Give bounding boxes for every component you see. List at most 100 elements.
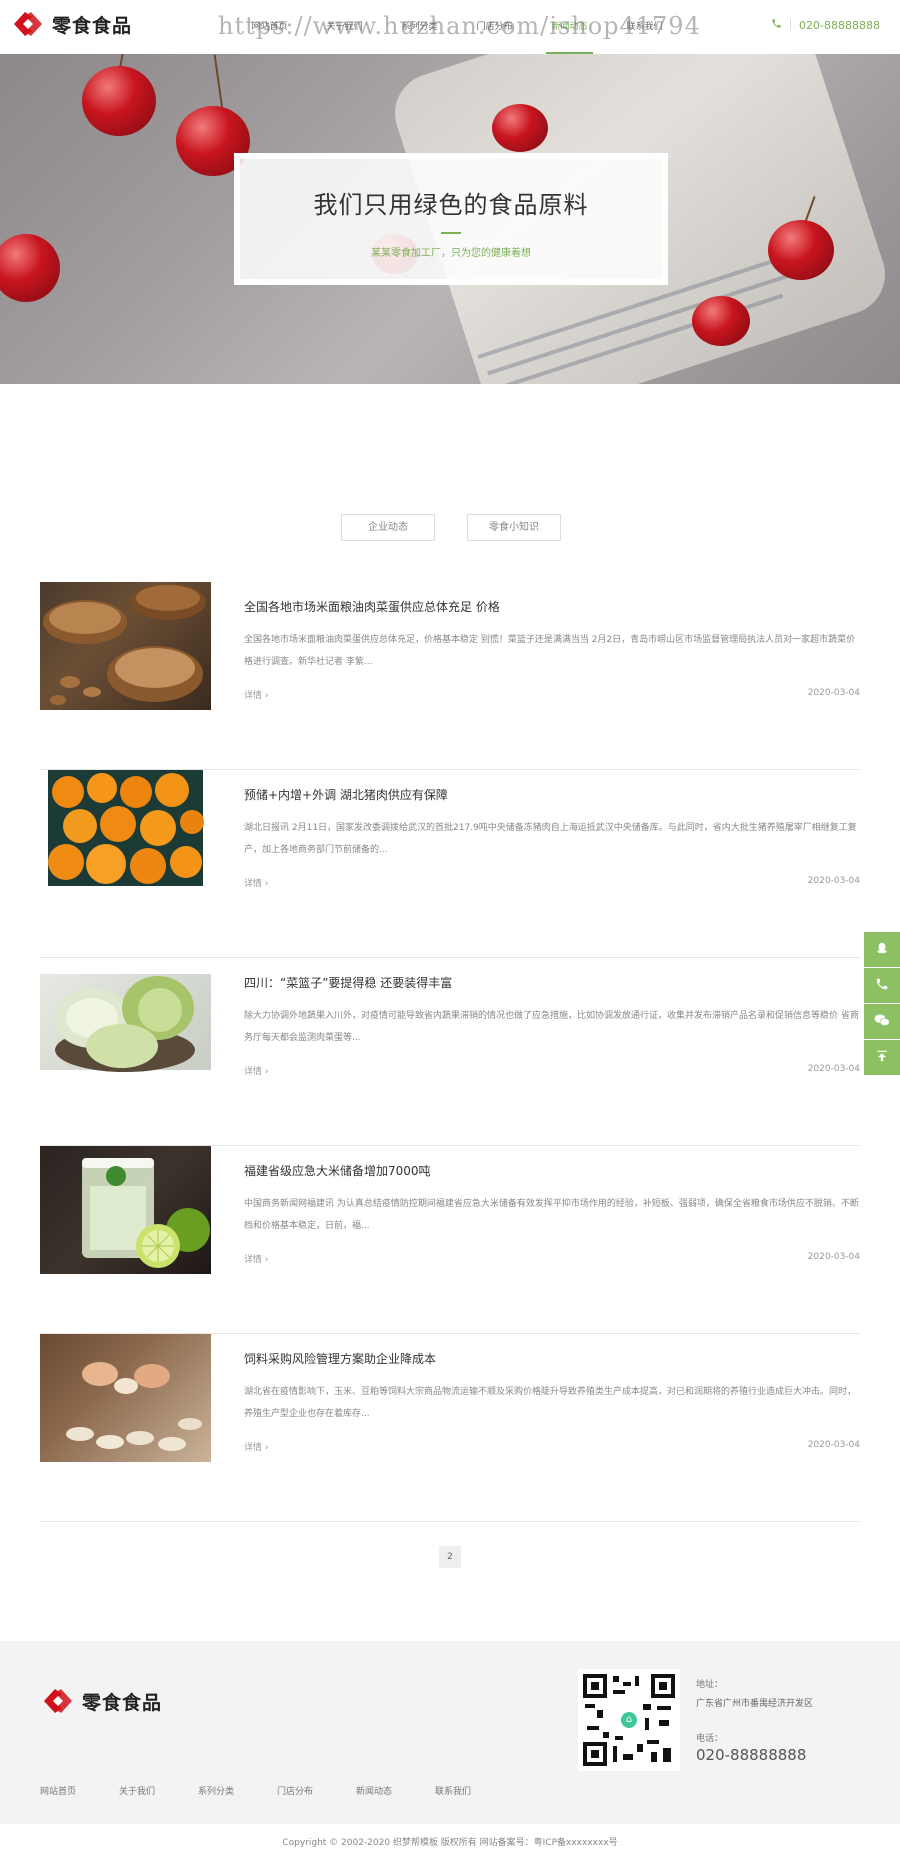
news-title[interactable]: 福建省级应急大米储备增加7000吨: [244, 1162, 431, 1179]
phone-icon: [771, 18, 782, 32]
footer-logo-text: 零食食品: [82, 1691, 163, 1714]
nav-item-stores[interactable]: 门店分布: [457, 0, 532, 54]
tab-company-news[interactable]: 企业动态: [341, 514, 435, 541]
home-icon: ⌂: [619, 1710, 639, 1730]
nav-item-categories[interactable]: 系列分类: [382, 0, 457, 54]
qr-finder: [583, 1742, 607, 1766]
cherry-image: [692, 296, 750, 346]
address-value: 广东省广州市番禺经济开发区: [696, 1699, 814, 1709]
chevron-right-icon: ›: [264, 1255, 269, 1265]
banner-subtitle: 某某零食加工厂，只为您的健康着想: [371, 248, 531, 259]
tab-snack-knowledge[interactable]: 零食小知识: [467, 514, 561, 541]
news-thumbnail[interactable]: [40, 770, 211, 898]
news-more-link[interactable]: 详情 ›: [244, 688, 269, 701]
qr-finder: [583, 1674, 607, 1698]
news-thumbnail[interactable]: [40, 1146, 211, 1274]
dumplings-image: [66, 1362, 202, 1451]
logo-mark-icon: [14, 12, 42, 36]
nav-item-home[interactable]: 网站首页: [232, 0, 307, 54]
wechat-icon: [874, 1013, 890, 1031]
news-summary: 全国各地市场米面粮油肉菜蛋供应总体充足，价格基本稳定 别慌！菜篮子还是满满当当 …: [244, 635, 856, 667]
footer-link-stores[interactable]: 门店分布: [277, 1784, 356, 1797]
main-nav: 网站首页 关于我们 系列分类 门店分布 新闻动态 联系我们: [232, 0, 682, 54]
news-more-link[interactable]: 详情 ›: [244, 1064, 269, 1077]
news-more-label: 详情: [244, 1255, 263, 1265]
cabbage-image: [40, 958, 211, 1086]
news-date: 2020-03-04: [807, 876, 860, 886]
news-more-link[interactable]: 详情 ›: [244, 1252, 269, 1265]
news-summary: 除大力协调外地蔬果入川外，对疫情可能导致省内蔬果滞销的情况也做了应急措施，比如协…: [244, 1011, 859, 1043]
pagination-current-page[interactable]: 2: [439, 1546, 461, 1568]
news-title[interactable]: 饲料采购风险管理方案助企业降成本: [244, 1350, 436, 1367]
chevron-right-icon: ›: [264, 1067, 269, 1077]
footer-phone: 020-88888888: [696, 1746, 807, 1764]
news-date: 2020-03-04: [807, 1064, 860, 1074]
header-phone-number: 020-88888888: [799, 18, 880, 32]
nav-item-about[interactable]: 关于我们: [307, 0, 382, 54]
news-summary: 湖北日报讯 2月11日，国家发改委调拨给武汉的首批217.9吨中央储备冻猪肉自上…: [244, 823, 857, 855]
news-date: 2020-03-04: [807, 1440, 860, 1450]
cherry-image: [0, 234, 60, 302]
news-more-label: 详情: [244, 1443, 263, 1453]
news-date: 2020-03-04: [807, 688, 860, 698]
logo-text: 零食食品: [52, 14, 133, 37]
phone-label: 电话：: [696, 1734, 724, 1744]
hero-banner: 我们只用绿色的食品原料 某某零食加工厂，只为您的健康着想: [0, 54, 900, 384]
address-label: 地址：: [696, 1680, 724, 1690]
phone-icon: [875, 977, 889, 995]
lime-drink-image: [82, 1158, 210, 1268]
site-logo[interactable]: 零食食品: [10, 9, 132, 39]
qq-icon: [875, 941, 889, 959]
wechat-button[interactable]: [864, 1004, 900, 1039]
news-item[interactable]: 预储+内增+外调 湖北猪肉供应有保障 湖北日报讯 2月11日，国家发改委调拨给武…: [40, 770, 860, 958]
news-thumbnail[interactable]: [40, 1334, 211, 1462]
cherry-image: [82, 66, 156, 136]
footer-nav: 网站首页 关于我们 系列分类 门店分布 新闻动态 联系我们: [40, 1784, 514, 1797]
chevron-right-icon: ›: [264, 1443, 269, 1453]
news-item[interactable]: 四川：“菜篮子”要提得稳 还要装得丰富 除大力协调外地蔬果入川外，对疫情可能导致…: [40, 958, 860, 1146]
copyright-bar: Copyright © 2002-2020 织梦帮模板 版权所有 网站备案号：粤…: [0, 1824, 900, 1863]
footer-link-news[interactable]: 新闻动态: [356, 1784, 435, 1797]
banner-caption-box: 我们只用绿色的食品原料 某某零食加工厂，只为您的健康着想: [234, 153, 668, 285]
news-item[interactable]: 全国各地市场米面粮油肉菜蛋供应总体充足 价格 全国各地市场米面粮油肉菜蛋供应总体…: [40, 582, 860, 770]
footer-link-home[interactable]: 网站首页: [40, 1784, 119, 1797]
cherry-image: [492, 104, 548, 152]
back-to-top-button[interactable]: [864, 1040, 900, 1075]
back-to-top-icon: [875, 1049, 889, 1067]
nav-item-contact[interactable]: 联系我们: [607, 0, 682, 54]
header-phone: 020-88888888: [771, 18, 880, 32]
news-summary: 中国商务新闻网福建讯 为认真总结疫情防控期间福建省应急大米储备有效发挥平抑市场作…: [244, 1199, 859, 1231]
banner-divider: [441, 232, 461, 234]
news-title[interactable]: 全国各地市场米面粮油肉菜蛋供应总体充足 价格: [244, 598, 500, 615]
qq-button[interactable]: [864, 932, 900, 967]
footer-logo[interactable]: 零食食品: [40, 1686, 162, 1716]
news-summary: 湖北省在疫情影响下，玉米、豆粕等饲料大宗商品物流运输不顺及采购价格陡升导致养殖类…: [244, 1387, 857, 1419]
nav-item-news[interactable]: 新闻动态: [532, 0, 607, 54]
chevron-right-icon: ›: [264, 879, 269, 889]
qr-finder: [651, 1674, 675, 1698]
site-footer: 零食食品 网站首页 关于我们 系列分类 门店分布 新闻动态 联系我们 ⌂ 地址：…: [0, 1641, 900, 1824]
news-more-label: 详情: [244, 691, 263, 701]
cherry-image: [768, 220, 834, 280]
news-item[interactable]: 饲料采购风险管理方案助企业降成本 湖北省在疫情影响下，玉米、豆粕等饲料大宗商品物…: [40, 1334, 860, 1522]
footer-link-contact[interactable]: 联系我们: [435, 1784, 514, 1797]
nuts-image: [43, 584, 206, 705]
banner-title: 我们只用绿色的食品原料: [313, 191, 589, 219]
oranges-image: [48, 770, 204, 886]
news-item[interactable]: 福建省级应急大米储备增加7000吨 中国商务新闻网福建讯 为认真总结疫情防控期间…: [40, 1146, 860, 1334]
news-thumbnail[interactable]: [40, 958, 211, 1086]
news-more-link[interactable]: 详情 ›: [244, 1440, 269, 1453]
footer-link-categories[interactable]: 系列分类: [198, 1784, 277, 1797]
news-more-label: 详情: [244, 879, 263, 889]
chevron-right-icon: ›: [264, 691, 269, 701]
news-list: 全国各地市场米面粮油肉菜蛋供应总体充足 价格 全国各地市场米面粮油肉菜蛋供应总体…: [40, 582, 860, 1522]
news-more-link[interactable]: 详情 ›: [244, 876, 269, 889]
news-more-label: 详情: [244, 1067, 263, 1077]
footer-contact: 地址： 广东省广州市番禺经济开发区 电话： 020-88888888: [696, 1677, 813, 1764]
footer-link-about[interactable]: 关于我们: [119, 1784, 198, 1797]
news-title[interactable]: 四川：“菜篮子”要提得稳 还要装得丰富: [244, 974, 452, 991]
news-date: 2020-03-04: [807, 1252, 860, 1262]
phone-button[interactable]: [864, 968, 900, 1003]
news-title[interactable]: 预储+内增+外调 湖北猪肉供应有保障: [244, 786, 448, 803]
news-thumbnail[interactable]: [40, 582, 211, 710]
